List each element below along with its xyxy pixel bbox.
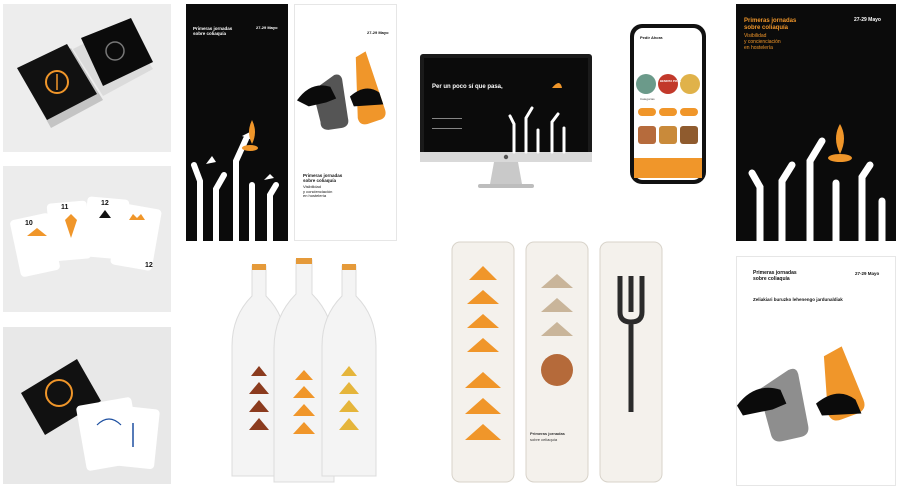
tube-packaging-mockup: Primeras jornadas sobre celiaquía [446, 236, 668, 486]
card-number-11: 11 [61, 204, 69, 211]
card-number-12b: 12 [145, 262, 153, 269]
phone-header: Pedir Ahora [640, 35, 663, 40]
card-number-12: 12 [101, 200, 109, 207]
poster-dates: 27-29 Mayo [256, 25, 278, 30]
phone-badge: BENDITA PIZZA [660, 79, 681, 83]
deck-box-mockup [3, 327, 171, 484]
tube-subtitle: sobre celiaquía [530, 437, 558, 442]
card-deck-mockup [3, 4, 171, 152]
playing-cards-mockup: 10 11 12 12 [3, 166, 171, 312]
card-number-10: 10 [25, 220, 33, 227]
poster-black: Primeras jornadas sobre coliaquía 27-29 … [186, 4, 288, 241]
poster-wr-dates: 27-29 Mayo [855, 271, 880, 276]
phone-mockup: Pedir Ahora Categorías BENDITA PIZZA [628, 22, 708, 186]
wheat-icon [249, 120, 255, 144]
poster-right-title: Primeras jornadas sobre coliaquía [744, 18, 797, 31]
desktop-mockup: Per un poco sí que pasa, [414, 48, 598, 200]
bottles-mockup [210, 256, 396, 486]
desktop-headline: Per un poco sí que pasa, [432, 84, 503, 90]
poster-right-subtitle: Visibilidad y concienciación en hosteler… [744, 33, 781, 51]
tube-title: Primeras jornadas [530, 431, 565, 436]
poster-white: 27-29 Mayo Primeras jornadas sobre colia… [294, 4, 397, 241]
poster-white-right: Primeras jornadas sobre coliaquía 27-29 … [736, 256, 896, 486]
poster-dates-white: 27-29 Mayo [367, 30, 389, 35]
poster-wr-title: Primeras jornadas sobre coliaquía [753, 270, 797, 282]
poster-black-right: Primeras jornadas sobre coliaquía Visibi… [736, 4, 896, 241]
poster-title: Primeras jornadas sobre coliaquía [193, 26, 233, 37]
poster-title-white: Primeras jornadas sobre coliaquía [303, 173, 343, 184]
poster-subtitle-white: Visibilidad y concienciación en hosteler… [303, 184, 333, 199]
wheat-icon [836, 124, 844, 154]
bottle-icon [355, 51, 386, 125]
poster-right-dates: 27-29 Mayo [854, 17, 881, 23]
apple-logo-icon [503, 154, 509, 160]
phone-section-label: Categorías [640, 97, 655, 101]
poster-wr-title-eu: Zeliakiari buruzko lehenengo jardunaldia… [753, 297, 843, 302]
